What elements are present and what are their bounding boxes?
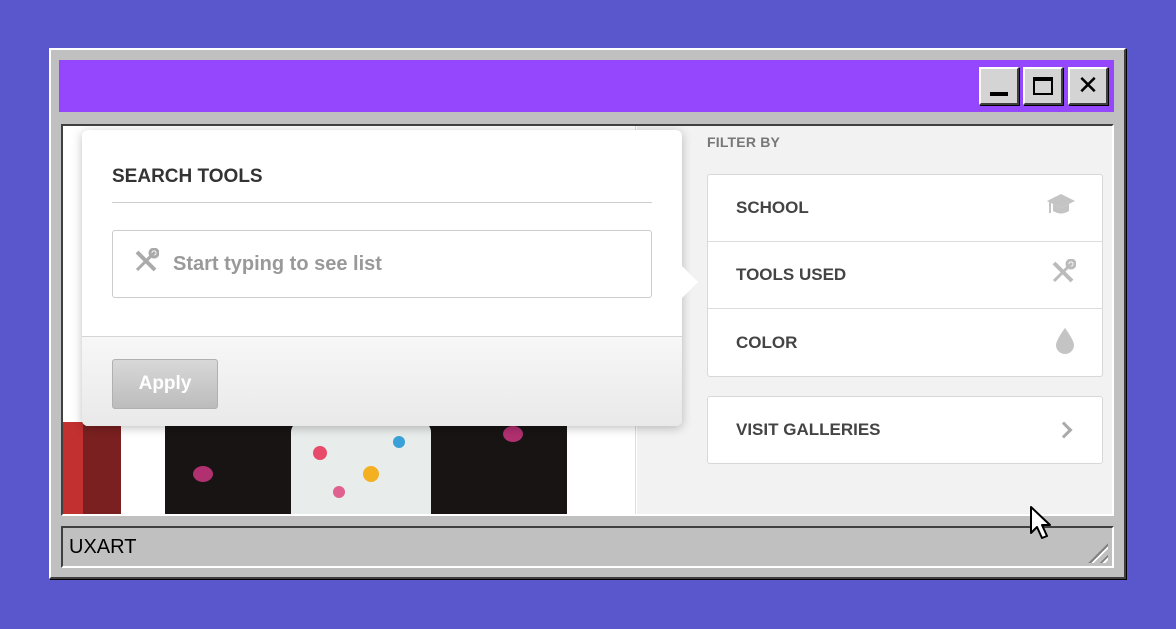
photo-flower <box>333 486 345 498</box>
content-area: FILTER BY SCHOOL TOOLS USED COLOR VISIT … <box>61 124 1114 516</box>
minimize-button[interactable] <box>979 67 1019 105</box>
filter-item-label: SCHOOL <box>736 198 809 217</box>
tools-icon <box>1050 258 1077 291</box>
search-tools-popover: SEARCH TOOLS Apply <box>82 130 698 426</box>
droplet-icon <box>1054 326 1076 360</box>
mouse-cursor-icon <box>1030 506 1051 539</box>
minimize-icon <box>990 92 1008 96</box>
title-bar[interactable]: ✕ <box>59 60 1114 112</box>
maximize-button[interactable] <box>1023 67 1063 105</box>
photo-flower <box>313 446 327 460</box>
status-text: UXART <box>69 536 137 558</box>
popover-arrow <box>682 266 698 298</box>
filter-title: FILTER BY <box>707 134 781 150</box>
filter-item-label: COLOR <box>736 332 798 352</box>
photo-logo-mark <box>193 466 213 482</box>
maximize-icon <box>1033 77 1053 95</box>
chevron-right-icon <box>1055 421 1073 439</box>
photo-flower <box>363 466 379 482</box>
resize-grip-icon[interactable] <box>1084 539 1108 563</box>
popover-divider <box>112 202 652 203</box>
visit-galleries-label: VISIT GALLERIES <box>736 420 881 439</box>
search-tools-field[interactable] <box>112 230 652 298</box>
app-window: ✕ FILTER BY SCHOOL TOOLS USED COLOR VISI… <box>49 48 1126 579</box>
popover-footer: Apply <box>82 336 682 426</box>
filter-item-tools-used[interactable]: TOOLS USED <box>708 242 1102 309</box>
photo-flower <box>393 436 405 448</box>
filter-list: SCHOOL TOOLS USED COLOR <box>707 174 1103 377</box>
search-tools-input[interactable] <box>173 252 613 276</box>
filter-item-color[interactable]: COLOR <box>708 309 1102 376</box>
photo-dress <box>291 422 431 514</box>
tools-icon <box>133 247 160 280</box>
filter-item-school[interactable]: SCHOOL <box>708 175 1102 242</box>
apply-button[interactable]: Apply <box>112 359 218 409</box>
photo-thumbnail-left-accent <box>63 422 83 514</box>
filter-item-label: TOOLS USED <box>736 265 847 284</box>
photo-logo-mark <box>503 426 523 442</box>
graduation-cap-icon <box>1046 192 1076 224</box>
visit-galleries-button[interactable]: VISIT GALLERIES <box>707 396 1103 464</box>
close-button[interactable]: ✕ <box>1068 67 1108 105</box>
status-bar: UXART <box>61 526 1114 568</box>
popover-title: SEARCH TOOLS <box>112 166 263 187</box>
close-icon: ✕ <box>1077 71 1099 101</box>
